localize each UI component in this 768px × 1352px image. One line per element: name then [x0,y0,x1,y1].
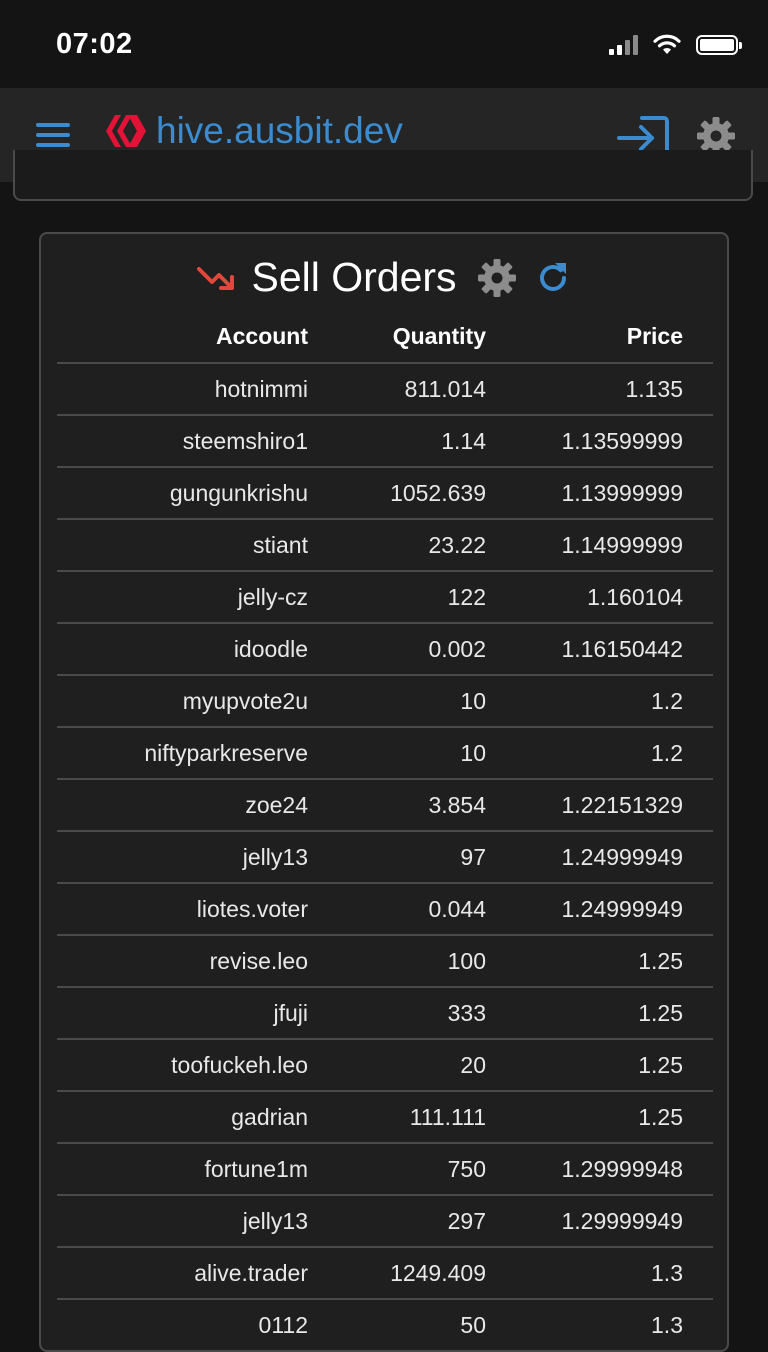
cell-quantity: 750 [308,1143,486,1196]
table-header-row: Account Quantity Price [57,310,713,364]
cell-quantity: 20 [308,1039,486,1092]
cellular-signal-icon [609,35,638,55]
table-row: zoe24 3.854 1.22151329 [57,779,713,832]
cell-quantity: 3.854 [308,779,486,832]
cell-account[interactable]: liotes.voter [57,883,308,936]
cell-account[interactable]: gungunkrishu [57,467,308,520]
cell-price: 1.160104 [486,571,713,624]
cell-quantity: 111.111 [308,1091,486,1144]
column-header-price[interactable]: Price [486,310,713,364]
table-row: 0112 50 1.3 [57,1299,713,1352]
cell-price: 1.24999949 [486,883,713,936]
cell-quantity: 297 [308,1195,486,1248]
cell-account[interactable]: revise.leo [57,935,308,988]
hive-logo-icon [106,115,146,147]
table-row: revise.leo 100 1.25 [57,935,713,988]
cell-quantity: 122 [308,571,486,624]
sell-orders-card: Sell Orders Account Quantity Price hotni… [39,232,729,1352]
cell-price: 1.24999949 [486,831,713,884]
column-header-account[interactable]: Account [57,310,308,364]
cell-account[interactable]: myupvote2u [57,675,308,728]
cell-price: 1.25 [486,987,713,1040]
cell-account[interactable]: jelly13 [57,831,308,884]
cell-price: 1.13599999 [486,415,713,468]
cell-quantity: 811.014 [308,363,486,416]
battery-icon [696,35,742,55]
cell-quantity: 0.044 [308,883,486,936]
table-row: jfuji 333 1.25 [57,987,713,1040]
cell-price: 1.14999999 [486,519,713,572]
cell-quantity: 10 [308,727,486,780]
cell-price: 1.29999949 [486,1195,713,1248]
table-row: toofuckeh.leo 20 1.25 [57,1039,713,1092]
brand-link[interactable]: hive.ausbit.dev [106,110,403,152]
wifi-icon [653,34,681,54]
table-row: gadrian 111.111 1.25 [57,1091,713,1144]
cell-quantity: 97 [308,831,486,884]
cell-quantity: 50 [308,1299,486,1352]
cell-account[interactable]: stiant [57,519,308,572]
cell-price: 1.25 [486,935,713,988]
table-row: fortune1m 750 1.29999948 [57,1143,713,1196]
cell-account[interactable]: hotnimmi [57,363,308,416]
trending-down-icon [197,266,235,290]
cell-quantity: 333 [308,987,486,1040]
cell-quantity: 0.002 [308,623,486,676]
status-time: 07:02 [56,28,133,60]
table-row: gungunkrishu 1052.639 1.13999999 [57,467,713,520]
previous-panel [13,150,753,201]
table-row: steemshiro1 1.14 1.13599999 [57,415,713,468]
cell-quantity: 1.14 [308,415,486,468]
cell-account[interactable]: niftyparkreserve [57,727,308,780]
cell-price: 1.3 [486,1247,713,1300]
table-row: myupvote2u 10 1.2 [57,675,713,728]
cell-account[interactable]: alive.trader [57,1247,308,1300]
table-row: stiant 23.22 1.14999999 [57,519,713,572]
table-row: jelly13 97 1.24999949 [57,831,713,884]
cell-quantity: 1052.639 [308,467,486,520]
cell-account[interactable]: fortune1m [57,1143,308,1196]
gear-icon[interactable] [477,258,517,298]
cell-account[interactable]: jfuji [57,987,308,1040]
table-row: alive.trader 1249.409 1.3 [57,1247,713,1300]
cell-account[interactable]: steemshiro1 [57,415,308,468]
column-header-quantity[interactable]: Quantity [308,310,486,364]
cell-price: 1.25 [486,1039,713,1092]
table-row: jelly-cz 122 1.160104 [57,571,713,624]
refresh-icon[interactable] [535,260,571,296]
sell-orders-table: Account Quantity Price hotnimmi 811.014 1.… [57,310,713,1352]
cell-account[interactable]: jelly13 [57,1195,308,1248]
cell-account[interactable]: 0112 [57,1299,308,1352]
cell-quantity: 10 [308,675,486,728]
cell-quantity: 100 [308,935,486,988]
cell-price: 1.135 [486,363,713,416]
cell-price: 1.3 [486,1299,713,1352]
cell-account[interactable]: toofuckeh.leo [57,1039,308,1092]
status-icons [609,34,742,56]
table-row: liotes.voter 0.044 1.24999949 [57,883,713,936]
cell-quantity: 1249.409 [308,1247,486,1300]
menu-icon[interactable] [36,123,70,147]
cell-price: 1.2 [486,727,713,780]
cell-price: 1.29999948 [486,1143,713,1196]
cell-price: 1.13999999 [486,467,713,520]
table-row: idoodle 0.002 1.16150442 [57,623,713,676]
table-row: niftyparkreserve 10 1.2 [57,727,713,780]
card-title: Sell Orders [251,254,457,300]
table-row: hotnimmi 811.014 1.135 [57,363,713,416]
cell-account[interactable]: jelly-cz [57,571,308,624]
cell-price: 1.25 [486,1091,713,1144]
cell-account[interactable]: zoe24 [57,779,308,832]
cell-price: 1.16150442 [486,623,713,676]
cell-price: 1.2 [486,675,713,728]
cell-account[interactable]: gadrian [57,1091,308,1144]
card-header: Sell Orders [41,254,727,301]
cell-quantity: 23.22 [308,519,486,572]
cell-account[interactable]: idoodle [57,623,308,676]
brand-name: hive.ausbit.dev [156,110,403,151]
table-row: jelly13 297 1.29999949 [57,1195,713,1248]
cell-price: 1.22151329 [486,779,713,832]
status-bar: 07:02 [0,0,768,88]
